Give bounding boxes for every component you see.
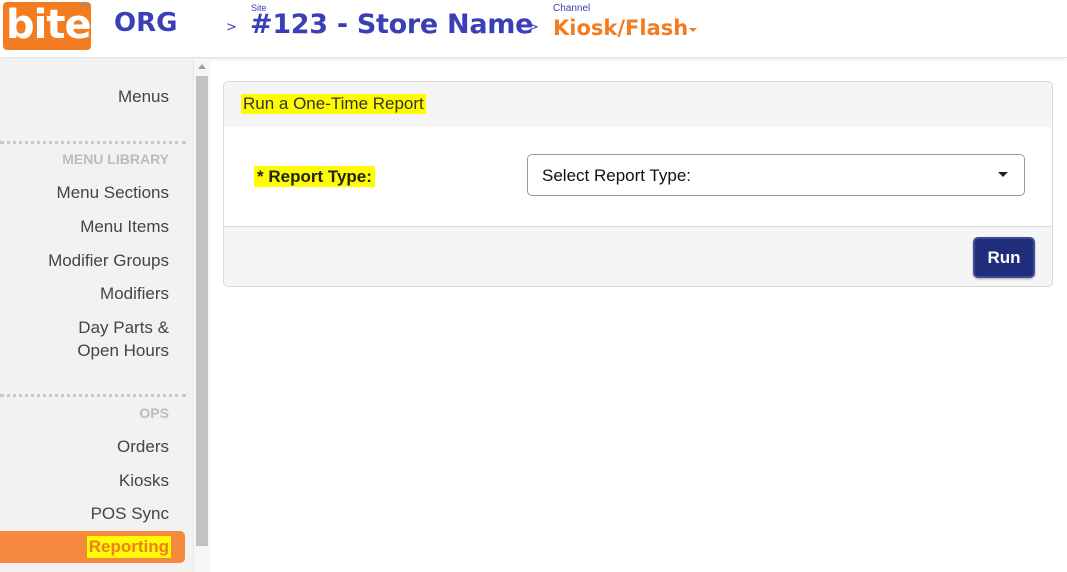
card-title: Run a One-Time Report bbox=[241, 94, 426, 114]
card-header: Run a One-Time Report bbox=[224, 82, 1052, 127]
sidebar-item-reporting[interactable]: Reporting bbox=[0, 531, 185, 563]
sidebar-item-orders[interactable]: Orders bbox=[117, 435, 169, 458]
chevron-down-icon bbox=[998, 172, 1008, 177]
card-footer: Run bbox=[224, 226, 1052, 286]
sidebar-item-pos-sync[interactable]: POS Sync bbox=[91, 502, 169, 525]
sidebar-item-kiosks[interactable]: Kiosks bbox=[119, 469, 169, 492]
sidebar-scrollbar[interactable] bbox=[193, 59, 210, 572]
run-button[interactable]: Run bbox=[973, 237, 1035, 278]
report-card: Run a One-Time Report * Report Type: Sel… bbox=[223, 81, 1053, 287]
sidebar-item-menu-items[interactable]: Menu Items bbox=[80, 215, 169, 238]
top-header: bite pltr ORG > Site #123 - Store Name >… bbox=[0, 0, 1067, 58]
logo-text: bite bbox=[6, 2, 92, 48]
sidebar-item-menus[interactable]: Menus bbox=[118, 85, 169, 108]
sidebar: Menus MENU LIBRARY Menu Sections Menu It… bbox=[0, 59, 193, 572]
chevron-down-icon[interactable] bbox=[689, 28, 697, 32]
divider bbox=[0, 141, 186, 144]
bite-logo[interactable]: bite bbox=[3, 2, 92, 50]
report-type-select[interactable]: Select Report Type: bbox=[527, 154, 1025, 196]
breadcrumb-separator: > bbox=[528, 20, 539, 35]
breadcrumb-separator: > bbox=[226, 20, 237, 35]
logo-superscript: pltr bbox=[80, 2, 90, 9]
sidebar-item-open-hours[interactable]: Open Hours bbox=[77, 339, 169, 362]
sidebar-item-day-parts[interactable]: Day Parts & bbox=[78, 316, 169, 339]
sidebar-item-modifiers[interactable]: Modifiers bbox=[100, 282, 169, 305]
channel-selector[interactable]: Kiosk/Flash bbox=[553, 16, 688, 40]
divider bbox=[0, 394, 186, 397]
report-type-label: * Report Type: bbox=[254, 166, 375, 187]
sidebar-item-menu-sections[interactable]: Menu Sections bbox=[57, 181, 169, 204]
scroll-up-icon[interactable] bbox=[198, 64, 206, 69]
sidebar-item-label: Reporting bbox=[86, 536, 171, 558]
sidebar-item-modifier-groups[interactable]: Modifier Groups bbox=[48, 249, 169, 272]
section-ops: OPS bbox=[139, 405, 169, 421]
site-selector[interactable]: #123 - Store Name bbox=[250, 9, 533, 40]
scroll-thumb[interactable] bbox=[196, 76, 208, 546]
section-menu-library: MENU LIBRARY bbox=[62, 151, 169, 167]
org-name[interactable]: ORG bbox=[114, 8, 177, 38]
select-value: Select Report Type: bbox=[542, 166, 691, 185]
channel-label: Channel bbox=[553, 3, 591, 14]
